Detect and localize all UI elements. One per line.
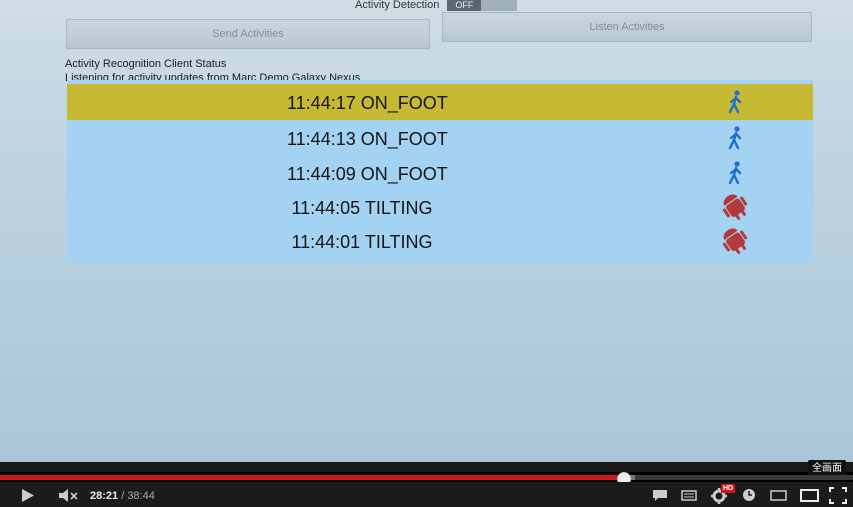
- activity-row[interactable]: 11:44:09 ON_FOOT: [67, 155, 813, 191]
- activity-row[interactable]: 11:44:17 ON_FOOT: [67, 84, 813, 120]
- activity-row[interactable]: 11:44:13 ON_FOOT: [67, 120, 813, 156]
- annotations-icon[interactable]: [681, 490, 697, 501]
- time-display: 28:21 / 38:44: [90, 490, 155, 502]
- progress-bar[interactable]: [0, 472, 853, 486]
- activity-row-text: 11:44:17 ON_FOOT: [287, 93, 448, 113]
- fullscreen-icon[interactable]: [829, 487, 847, 504]
- time-separator: /: [118, 490, 128, 502]
- settings-button[interactable]: HD: [710, 484, 736, 505]
- duration: 38:44: [127, 490, 155, 502]
- activity-row-text: 11:44:01 TILTING: [291, 232, 433, 252]
- activity-list: 11:44:17 ON_FOOT 11:44:13 ON_FOOT 11:44:…: [67, 80, 813, 263]
- tilting-android-icon: [722, 228, 748, 254]
- tilting-android-icon: [722, 194, 748, 220]
- activity-row[interactable]: 11:44:05 TILTING: [67, 189, 813, 225]
- toggle-state: OFF: [447, 0, 482, 11]
- activity-detection-row: Activity Detection OFF: [355, 0, 518, 12]
- send-activities-button[interactable]: Send Activities: [66, 19, 430, 49]
- play-icon[interactable]: [20, 488, 36, 503]
- small-player-icon[interactable]: [770, 490, 787, 501]
- activity-row-text: 11:44:09 ON_FOOT: [287, 164, 448, 184]
- listen-activities-button[interactable]: Listen Activities: [442, 12, 812, 42]
- watch-later-icon[interactable]: [742, 488, 756, 502]
- activity-row-text: 11:44:13 ON_FOOT: [287, 129, 448, 149]
- video-area[interactable]: Activity Detection OFF Send Activities L…: [0, 0, 853, 472]
- device-bezel: [0, 462, 853, 472]
- activity-detection-toggle[interactable]: OFF: [447, 0, 518, 11]
- walking-icon: [728, 126, 742, 150]
- status-title: Activity Recognition Client Status: [65, 58, 227, 70]
- progress-played: [0, 475, 625, 480]
- app-screen: Activity Detection OFF Send Activities L…: [0, 0, 853, 462]
- activity-row[interactable]: 11:44:01 TILTING: [67, 223, 813, 259]
- walking-icon: [728, 90, 742, 114]
- theater-mode-icon[interactable]: [800, 489, 819, 502]
- current-time: 28:21: [90, 490, 119, 502]
- captions-icon[interactable]: [652, 489, 668, 502]
- activity-row-text: 11:44:05 TILTING: [291, 198, 433, 218]
- hd-badge: HD: [721, 484, 736, 493]
- walking-icon: [728, 161, 742, 185]
- player-controls: 28:21 / 38:44 HD: [0, 482, 853, 507]
- mute-icon[interactable]: [58, 488, 80, 503]
- activity-detection-label: Activity Detection: [355, 0, 440, 11]
